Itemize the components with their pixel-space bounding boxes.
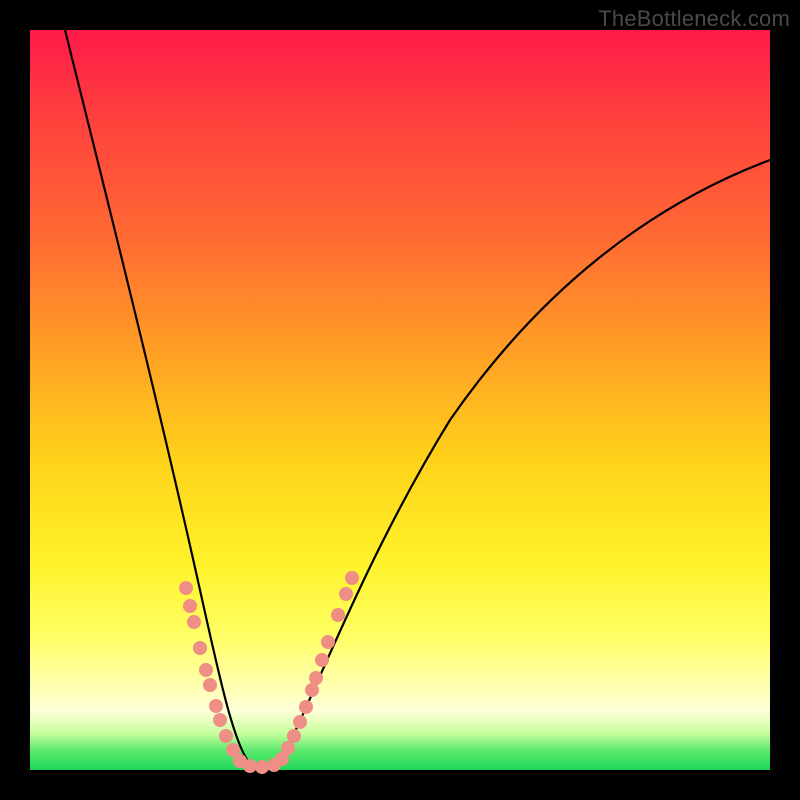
- bottleneck-curve: [30, 30, 770, 770]
- right-dot-cluster: [267, 571, 359, 772]
- outer-frame: TheBottleneck.com: [0, 0, 800, 800]
- gradient-plot-area: [30, 30, 770, 770]
- watermark-text: TheBottleneck.com: [598, 6, 790, 32]
- left-dot-cluster: [179, 581, 269, 774]
- curve-path: [65, 30, 770, 768]
